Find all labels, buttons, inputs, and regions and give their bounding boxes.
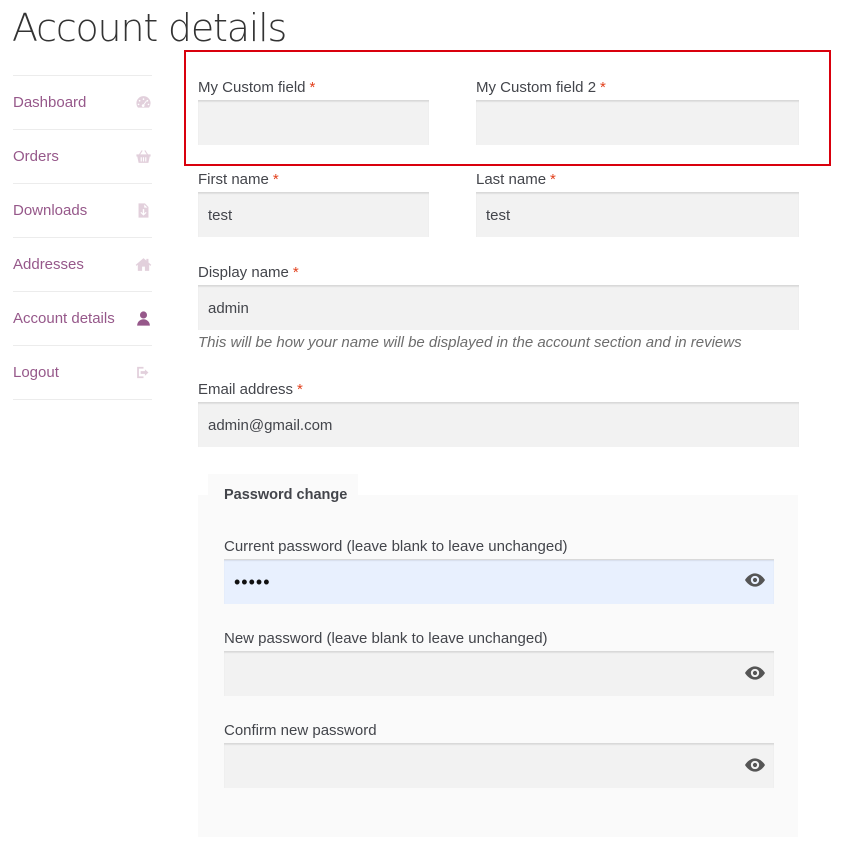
last-name-input[interactable] [476, 192, 799, 237]
sign-out-icon [134, 364, 152, 382]
page-title: Account details [12, 6, 287, 50]
nav-item-label: Dashboard [13, 94, 87, 111]
highlight-box [184, 50, 831, 166]
nav-item-label: Logout [13, 364, 59, 381]
nav-item-label: Account details [13, 310, 115, 327]
email-label: Email address * [198, 381, 303, 398]
new-password-label: New password (leave blank to leave uncha… [224, 630, 548, 647]
nav-item-label: Addresses [13, 256, 84, 273]
user-icon [134, 310, 152, 328]
confirm-password-label: Confirm new password [224, 722, 377, 739]
current-password-input[interactable] [224, 559, 774, 604]
first-name-label: First name * [198, 171, 279, 188]
show-password-eye-icon[interactable] [745, 666, 765, 680]
nav-item-addresses[interactable]: Addresses [13, 238, 152, 292]
nav-item-dashboard[interactable]: Dashboard [13, 76, 152, 130]
nav-item-logout[interactable]: Logout [13, 346, 152, 400]
email-input[interactable] [198, 402, 799, 447]
required-marker: * [272, 171, 279, 188]
nav-item-downloads[interactable]: Downloads [13, 184, 152, 238]
nav-item-orders[interactable]: Orders [13, 130, 152, 184]
last-name-label: Last name * [476, 171, 556, 188]
display-name-hint: This will be how your name will be displ… [198, 334, 742, 351]
nav-item-label: Orders [13, 148, 59, 165]
password-change-legend: Password change [208, 474, 358, 514]
display-name-label: Display name * [198, 264, 299, 281]
current-password-label: Current password (leave blank to leave u… [224, 538, 568, 555]
show-password-eye-icon[interactable] [745, 573, 765, 587]
file-icon [134, 202, 152, 220]
nav-item-account-details[interactable]: Account details [13, 292, 152, 346]
account-navigation: Dashboard Orders Downloads Addresses Acc… [13, 75, 152, 400]
new-password-input[interactable] [224, 651, 774, 696]
confirm-password-input[interactable] [224, 743, 774, 788]
show-password-eye-icon[interactable] [745, 758, 765, 772]
basket-icon [134, 148, 152, 166]
home-icon [134, 256, 152, 274]
required-marker: * [297, 381, 303, 398]
required-marker: * [292, 264, 299, 281]
nav-item-label: Downloads [13, 202, 88, 219]
dashboard-gauge-icon [134, 94, 152, 112]
display-name-input[interactable] [198, 285, 799, 330]
first-name-input[interactable] [198, 192, 429, 237]
required-marker: * [550, 171, 556, 188]
